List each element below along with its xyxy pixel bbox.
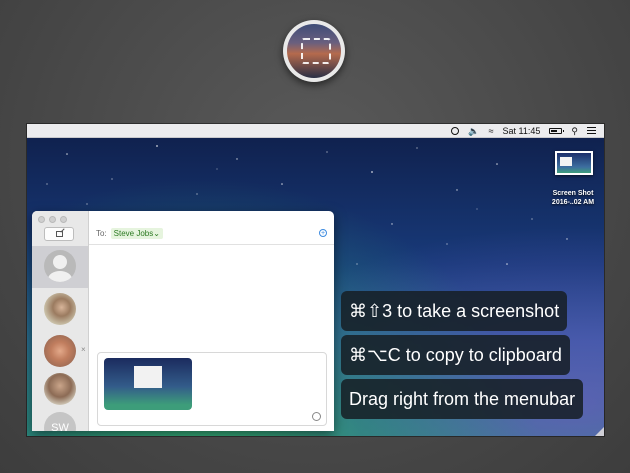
selection-frame-icon [301,38,331,64]
screenshot-preview [557,153,591,173]
to-label: To: [96,229,107,238]
page-curl [595,427,604,436]
desktop-screenshot: 🔈 ≈ Sat 11:45 ⚲ Screen Shot 2016-..02 AM [27,124,604,436]
messages-window: × SW To: Steve Jobs⌄ + [32,211,334,431]
desktop-file-icon[interactable] [555,151,593,175]
hint-screenshot: ⌘⇧3 to take a screenshot [341,291,568,331]
file-label-line2: 2016-..02 AM [551,199,595,206]
conversation-item[interactable] [32,289,88,331]
conversation-item[interactable] [32,369,88,411]
recipient-chip[interactable]: Steve Jobs⌄ [110,228,163,239]
conversation-item[interactable]: × [32,331,88,373]
desktop-file-label[interactable]: Screen Shot 2016-..02 AM [542,189,604,207]
message-transcript [89,246,334,346]
conversation-item[interactable] [32,246,88,288]
wifi-icon[interactable]: ≈ [489,124,494,138]
battery-icon[interactable] [549,127,565,134]
search-icon[interactable]: ⚲ [571,124,578,138]
app-icon [283,20,345,82]
hint-drag-menubar: Drag right from the menubar [341,379,584,419]
volume-icon[interactable]: 🔈 [468,124,479,138]
message-input[interactable] [97,352,327,426]
conversation-item[interactable]: SW [32,408,88,431]
minimize-window-button[interactable] [49,216,56,223]
plus-circle-icon[interactable]: + [319,229,327,237]
compose-icon [55,231,63,237]
close-conversation-icon[interactable]: × [81,345,86,354]
screenshot-attachment[interactable] [104,358,192,410]
avatar [44,373,76,405]
avatar [44,293,76,325]
menubar-clock[interactable]: Sat 11:45 [503,126,541,136]
hint-copy-clipboard: ⌘⌥C to copy to clipboard [341,335,570,375]
emoji-icon[interactable] [312,412,321,421]
avatar: SW [44,412,76,431]
recipient-name: Steve Jobs [113,229,154,238]
avatar [44,250,76,282]
screenshot-app-icon [287,24,341,78]
status-ring-icon[interactable] [451,126,460,135]
menu-list-icon[interactable] [587,127,596,134]
zoom-window-button[interactable] [60,216,67,223]
menubar: 🔈 ≈ Sat 11:45 ⚲ [27,124,604,138]
avatar [44,335,76,367]
compose-button[interactable] [44,227,74,241]
attachment-window-preview [134,366,162,388]
conversation-sidebar: × SW [32,211,89,431]
close-window-button[interactable] [38,216,45,223]
file-label-line1: Screen Shot [552,190,594,197]
recipient-bar[interactable]: To: Steve Jobs⌄ + [89,223,334,245]
